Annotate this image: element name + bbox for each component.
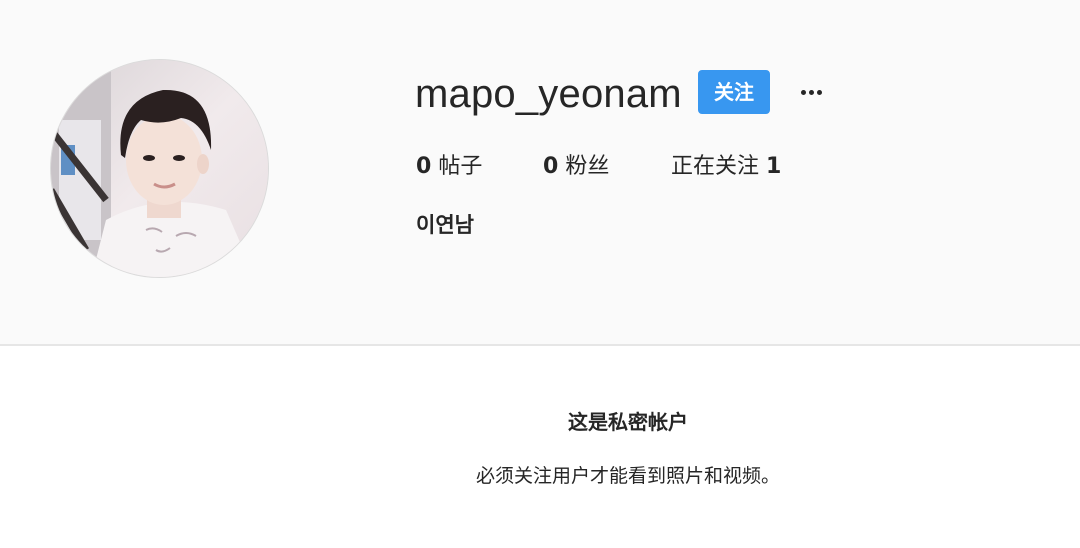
private-account-title: 这是私密帐户 xyxy=(568,410,688,434)
header-divider xyxy=(0,344,1080,346)
dot xyxy=(817,90,822,95)
followers-label: 粉丝 xyxy=(565,154,610,179)
posts-label: 帖子 xyxy=(438,154,483,179)
following-label: 正在关注 xyxy=(671,154,760,179)
dot xyxy=(801,90,806,95)
posts-count: 0 帖子 xyxy=(416,152,482,182)
posts-number: 0 xyxy=(416,154,432,179)
follow-button[interactable]: 关注 xyxy=(698,70,770,114)
username: mapo_yeonam xyxy=(415,72,682,116)
private-account-description: 必须关注用户才能看到照片和视频。 xyxy=(475,465,780,487)
following-number: 1 xyxy=(766,154,782,179)
followers-count[interactable]: 0 粉丝 xyxy=(543,152,609,182)
following-count[interactable]: 正在关注 1 xyxy=(671,152,781,182)
avatar-photo xyxy=(51,60,268,277)
full-name: 이연남 xyxy=(416,213,474,237)
followers-number: 0 xyxy=(543,154,559,179)
avatar[interactable] xyxy=(50,59,269,278)
dot xyxy=(809,90,814,95)
more-dots-icon[interactable] xyxy=(798,78,826,106)
